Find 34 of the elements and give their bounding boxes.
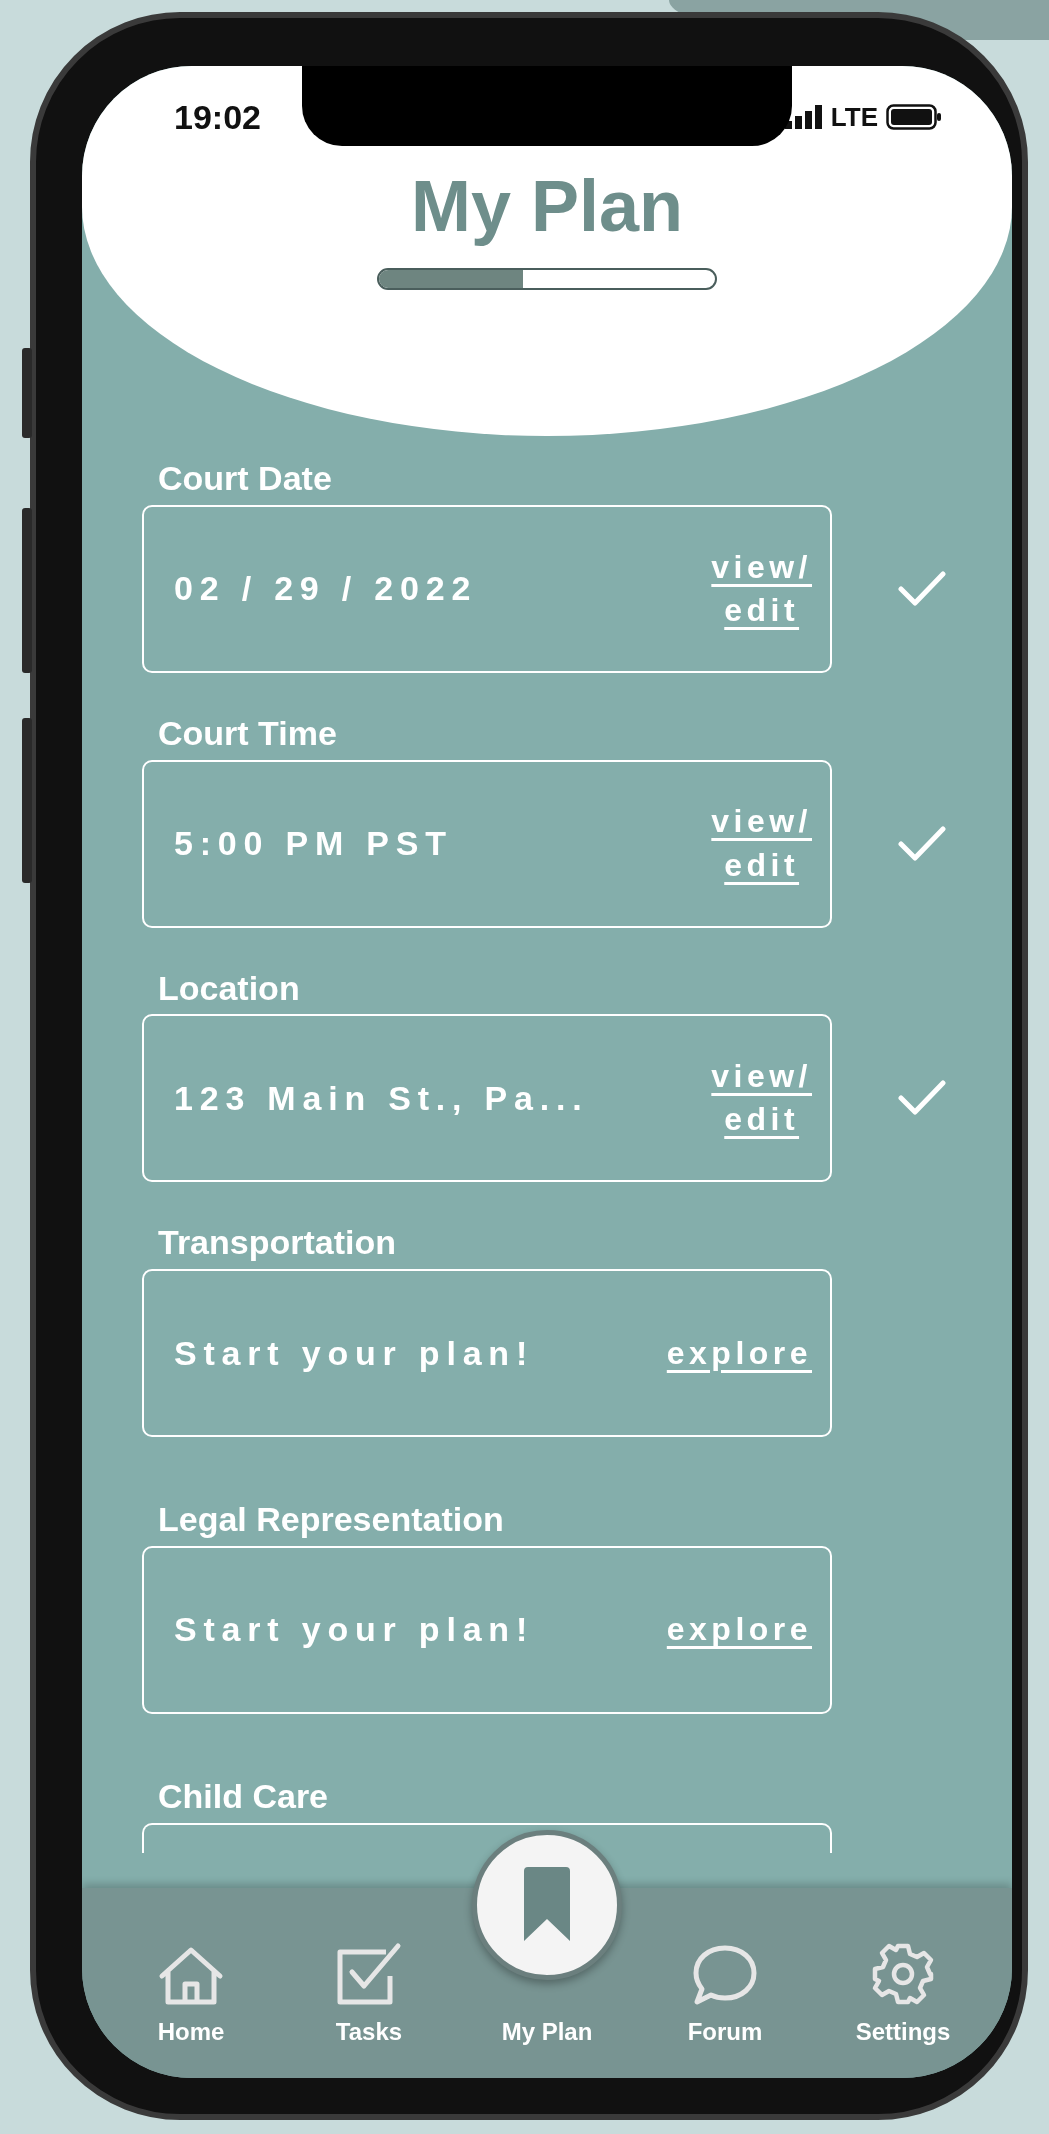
section-label: Court Date <box>158 458 332 499</box>
plan-field[interactable]: Start your plan! explore <box>142 1546 832 1714</box>
field-value: Start your plan! <box>174 1609 535 1651</box>
tab-bar-item[interactable]: My Plan <box>472 1830 622 2050</box>
field-value: 123 Main St., Pa... <box>174 1077 589 1119</box>
section-label: Location <box>158 967 300 1009</box>
settings-icon <box>871 1942 935 2006</box>
field-link[interactable]: view/ edit <box>711 1055 812 1142</box>
field-value: Start your plan! <box>174 1332 535 1374</box>
battery-icon <box>886 104 942 130</box>
section-label: Legal Representation <box>158 1499 504 1540</box>
home-icon <box>158 1946 224 2006</box>
checkbox-icon <box>336 1942 402 2006</box>
field-value: 5:00 PM PST <box>174 823 453 865</box>
chat-bubble-icon <box>692 1944 758 2006</box>
section-label: Court Time <box>158 712 337 754</box>
section-label: Child Care <box>158 1776 329 1817</box>
tab-bar-item[interactable]: Forum <box>650 1944 800 2050</box>
section-label: Transportation <box>158 1222 397 1264</box>
tab-bar-item[interactable]: Home <box>116 1946 266 2050</box>
signal-icon <box>784 105 823 129</box>
tab-bar-item[interactable]: Tasks <box>294 1942 444 2050</box>
plan-field[interactable]: 02 / 29 / 2022 view/ edit <box>142 504 832 673</box>
field-link[interactable]: view/ edit <box>711 545 812 632</box>
field-link[interactable]: explore <box>666 1608 812 1652</box>
plan-field[interactable]: 5:00 PM PST view/ edit <box>142 759 832 928</box>
network-text: LTE <box>830 100 878 134</box>
tab-bar-item[interactable]: Settings <box>828 1942 978 2050</box>
plan-field[interactable]: Start your plan! explore <box>142 1269 832 1438</box>
field-link[interactable]: view/ edit <box>711 800 812 887</box>
field-link[interactable]: explore <box>666 1331 812 1375</box>
time-text: 19:02 <box>174 96 261 138</box>
field-value: 02 / 29 / 2022 <box>174 568 478 610</box>
plan-field[interactable]: 123 Main St., Pa... view/ edit <box>142 1014 832 1183</box>
